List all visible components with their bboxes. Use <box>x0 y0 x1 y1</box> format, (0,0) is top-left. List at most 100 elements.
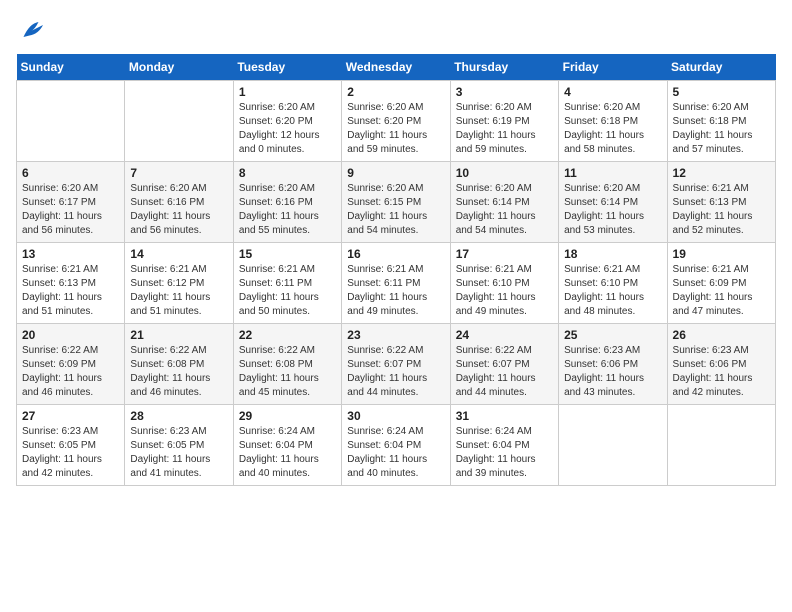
column-header-sunday: Sunday <box>17 54 125 81</box>
day-detail: Sunrise: 6:20 AMSunset: 6:16 PMDaylight:… <box>239 182 336 238</box>
day-detail: Sunrise: 6:21 AMSunset: 6:13 PMDaylight:… <box>22 263 119 319</box>
day-number: 9 <box>347 166 444 180</box>
day-number: 14 <box>130 247 227 261</box>
day-number: 26 <box>673 328 770 342</box>
day-number: 17 <box>456 247 553 261</box>
column-header-friday: Friday <box>559 54 667 81</box>
day-number: 19 <box>673 247 770 261</box>
day-number: 12 <box>673 166 770 180</box>
day-number: 27 <box>22 409 119 423</box>
calendar-cell: 27 Sunrise: 6:23 AMSunset: 6:05 PMDayligh… <box>17 405 125 486</box>
day-number: 23 <box>347 328 444 342</box>
calendar-cell: 31Sunrise: 6:24 AMSunset: 6:04 PMDayligh… <box>450 405 558 486</box>
day-detail: Sunrise: 6:23 AMSunset: 6:05 PMDaylight:… <box>22 425 119 481</box>
calendar-week-1: 1 Sunrise: 6:20 AMSunset: 6:20 PMDaylight… <box>17 81 776 162</box>
calendar-cell: 11 Sunrise: 6:20 AMSunset: 6:14 PMDayligh… <box>559 162 667 243</box>
day-detail: Sunrise: 6:24 AMSunset: 6:04 PMDaylight:… <box>239 425 336 481</box>
day-detail: Sunrise: 6:21 AMSunset: 6:11 PMDaylight:… <box>347 263 444 319</box>
calendar-cell: 12Sunrise: 6:21 AMSunset: 6:13 PMDayligh… <box>667 162 775 243</box>
calendar-cell: 13 Sunrise: 6:21 AMSunset: 6:13 PMDayligh… <box>17 243 125 324</box>
calendar-cell: 4Sunrise: 6:20 AMSunset: 6:18 PMDaylight… <box>559 81 667 162</box>
day-detail: Sunrise: 6:20 AMSunset: 6:15 PMDaylight:… <box>347 182 444 238</box>
day-number: 10 <box>456 166 553 180</box>
calendar-cell: 10 Sunrise: 6:20 AMSunset: 6:14 PMDayligh… <box>450 162 558 243</box>
column-header-saturday: Saturday <box>667 54 775 81</box>
day-detail: Sunrise: 6:20 AMSunset: 6:19 PMDaylight:… <box>456 101 553 157</box>
day-detail: Sunrise: 6:24 AMSunset: 6:04 PMDaylight:… <box>347 425 444 481</box>
page-header <box>16 16 776 46</box>
calendar-week-4: 20 Sunrise: 6:22 AMSunset: 6:09 PMDayligh… <box>17 324 776 405</box>
calendar-header-row: SundayMondayTuesdayWednesdayThursdayFrid… <box>17 54 776 81</box>
calendar-cell: 30 Sunrise: 6:24 AMSunset: 6:04 PMDayligh… <box>342 405 450 486</box>
calendar-cell: 17Sunrise: 6:21 AMSunset: 6:10 PMDayligh… <box>450 243 558 324</box>
calendar-cell: 19Sunrise: 6:21 AMSunset: 6:09 PMDayligh… <box>667 243 775 324</box>
day-number: 5 <box>673 85 770 99</box>
day-number: 18 <box>564 247 661 261</box>
day-number: 20 <box>22 328 119 342</box>
calendar-cell <box>667 405 775 486</box>
calendar-cell: 21Sunrise: 6:22 AMSunset: 6:08 PMDayligh… <box>125 324 233 405</box>
day-detail: Sunrise: 6:21 AMSunset: 6:12 PMDaylight:… <box>130 263 227 319</box>
day-detail: Sunrise: 6:23 AMSunset: 6:06 PMDaylight:… <box>673 344 770 400</box>
day-detail: Sunrise: 6:20 AMSunset: 6:18 PMDaylight:… <box>673 101 770 157</box>
day-number: 7 <box>130 166 227 180</box>
day-detail: Sunrise: 6:22 AMSunset: 6:08 PMDaylight:… <box>130 344 227 400</box>
day-detail: Sunrise: 6:22 AMSunset: 6:09 PMDaylight:… <box>22 344 119 400</box>
day-detail: Sunrise: 6:21 AMSunset: 6:11 PMDaylight:… <box>239 263 336 319</box>
day-number: 13 <box>22 247 119 261</box>
calendar-cell: 8 Sunrise: 6:20 AMSunset: 6:16 PMDaylight… <box>233 162 341 243</box>
day-number: 24 <box>456 328 553 342</box>
day-number: 28 <box>130 409 227 423</box>
day-number: 29 <box>239 409 336 423</box>
day-number: 1 <box>239 85 336 99</box>
day-detail: Sunrise: 6:20 AMSunset: 6:14 PMDaylight:… <box>564 182 661 238</box>
day-number: 30 <box>347 409 444 423</box>
calendar-cell: 24Sunrise: 6:22 AMSunset: 6:07 PMDayligh… <box>450 324 558 405</box>
day-number: 11 <box>564 166 661 180</box>
day-detail: Sunrise: 6:22 AMSunset: 6:08 PMDaylight:… <box>239 344 336 400</box>
calendar-week-5: 27 Sunrise: 6:23 AMSunset: 6:05 PMDayligh… <box>17 405 776 486</box>
calendar-cell: 1 Sunrise: 6:20 AMSunset: 6:20 PMDaylight… <box>233 81 341 162</box>
column-header-tuesday: Tuesday <box>233 54 341 81</box>
calendar-cell: 22 Sunrise: 6:22 AMSunset: 6:08 PMDayligh… <box>233 324 341 405</box>
day-detail: Sunrise: 6:20 AMSunset: 6:16 PMDaylight:… <box>130 182 227 238</box>
day-number: 8 <box>239 166 336 180</box>
day-detail: Sunrise: 6:20 AMSunset: 6:20 PMDaylight:… <box>239 101 336 157</box>
column-header-thursday: Thursday <box>450 54 558 81</box>
calendar-cell: 9 Sunrise: 6:20 AMSunset: 6:15 PMDaylight… <box>342 162 450 243</box>
day-detail: Sunrise: 6:20 AMSunset: 6:20 PMDaylight:… <box>347 101 444 157</box>
calendar-table: SundayMondayTuesdayWednesdayThursdayFrid… <box>16 54 776 486</box>
calendar-cell: 15Sunrise: 6:21 AMSunset: 6:11 PMDayligh… <box>233 243 341 324</box>
column-header-monday: Monday <box>125 54 233 81</box>
day-number: 2 <box>347 85 444 99</box>
calendar-cell: 5 Sunrise: 6:20 AMSunset: 6:18 PMDaylight… <box>667 81 775 162</box>
day-detail: Sunrise: 6:20 AMSunset: 6:18 PMDaylight:… <box>564 101 661 157</box>
calendar-cell: 26 Sunrise: 6:23 AMSunset: 6:06 PMDayligh… <box>667 324 775 405</box>
day-number: 3 <box>456 85 553 99</box>
calendar-cell <box>125 81 233 162</box>
calendar-cell: 23Sunrise: 6:22 AMSunset: 6:07 PMDayligh… <box>342 324 450 405</box>
calendar-cell: 3 Sunrise: 6:20 AMSunset: 6:19 PMDaylight… <box>450 81 558 162</box>
calendar-cell: 29 Sunrise: 6:24 AMSunset: 6:04 PMDayligh… <box>233 405 341 486</box>
calendar-cell: 2 Sunrise: 6:20 AMSunset: 6:20 PMDaylight… <box>342 81 450 162</box>
logo <box>16 16 50 46</box>
day-number: 22 <box>239 328 336 342</box>
calendar-cell: 20 Sunrise: 6:22 AMSunset: 6:09 PMDayligh… <box>17 324 125 405</box>
calendar-cell: 25Sunrise: 6:23 AMSunset: 6:06 PMDayligh… <box>559 324 667 405</box>
day-detail: Sunrise: 6:23 AMSunset: 6:06 PMDaylight:… <box>564 344 661 400</box>
calendar-cell: 28 Sunrise: 6:23 AMSunset: 6:05 PMDayligh… <box>125 405 233 486</box>
day-detail: Sunrise: 6:20 AMSunset: 6:14 PMDaylight:… <box>456 182 553 238</box>
column-header-wednesday: Wednesday <box>342 54 450 81</box>
calendar-week-3: 13 Sunrise: 6:21 AMSunset: 6:13 PMDayligh… <box>17 243 776 324</box>
day-number: 16 <box>347 247 444 261</box>
day-number: 6 <box>22 166 119 180</box>
calendar-cell: 7 Sunrise: 6:20 AMSunset: 6:16 PMDaylight… <box>125 162 233 243</box>
day-detail: Sunrise: 6:20 AMSunset: 6:17 PMDaylight:… <box>22 182 119 238</box>
calendar-cell <box>559 405 667 486</box>
calendar-week-2: 6 Sunrise: 6:20 AMSunset: 6:17 PMDaylight… <box>17 162 776 243</box>
day-number: 31 <box>456 409 553 423</box>
calendar-cell <box>17 81 125 162</box>
calendar-cell: 18 Sunrise: 6:21 AMSunset: 6:10 PMDayligh… <box>559 243 667 324</box>
day-detail: Sunrise: 6:21 AMSunset: 6:10 PMDaylight:… <box>564 263 661 319</box>
day-detail: Sunrise: 6:23 AMSunset: 6:05 PMDaylight:… <box>130 425 227 481</box>
